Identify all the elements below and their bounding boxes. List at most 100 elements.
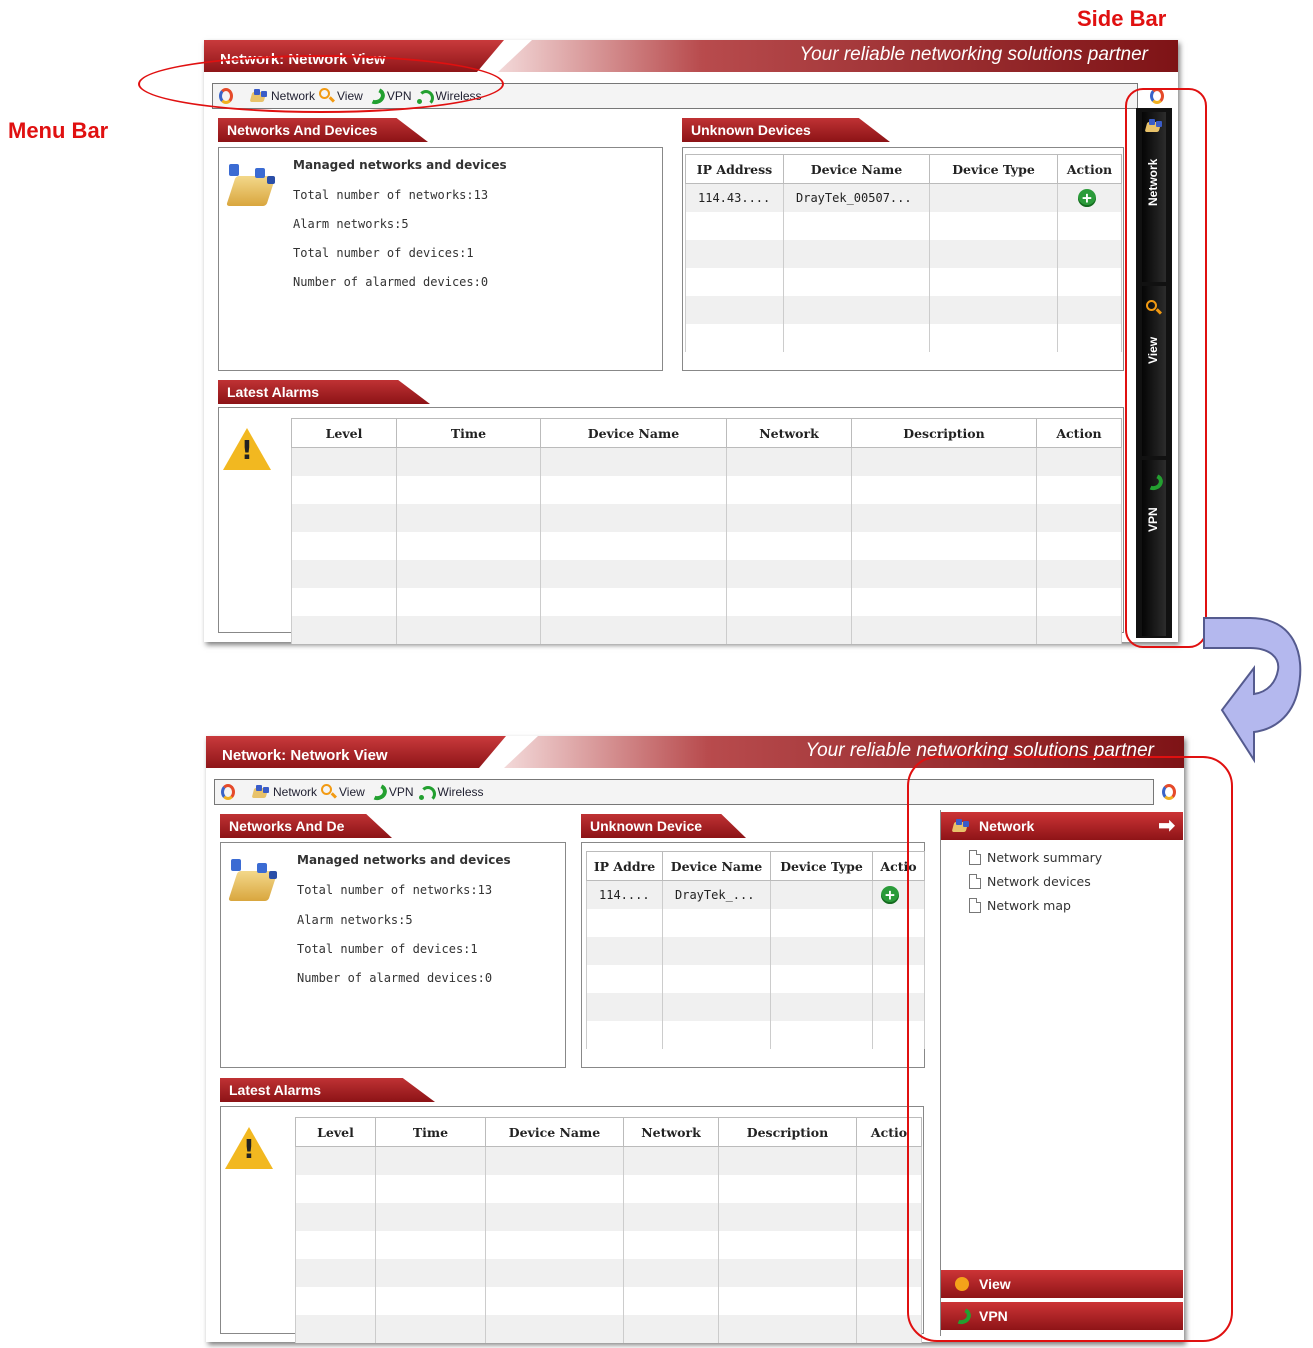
col-device-type: Device Type [929, 154, 1058, 184]
latest-alarms-panel: ! Level Time Device Name Network Description… [218, 407, 1124, 644]
networks-section-title: Networks And Devices [218, 118, 428, 142]
col-time: Time [375, 1117, 486, 1147]
app-logo-icon [221, 784, 235, 800]
table-row[interactable]: 114.43.... DrayTek_00507... + [685, 183, 1122, 212]
unknown-devices-table: IP Address Device Name Device Type Action 1… [685, 154, 1122, 352]
table-row [291, 447, 1122, 476]
col-ip: IP Address [685, 154, 784, 184]
table-row [291, 532, 1122, 560]
warning-mark: ! [243, 1135, 255, 1165]
menu-network-label: Network [273, 785, 318, 799]
cell-ip: 114.... [586, 880, 663, 909]
col-device-name: Device Name [783, 154, 930, 184]
table-row [291, 616, 1122, 644]
col-time: Time [396, 418, 541, 448]
table-row [685, 296, 1122, 324]
table-row [586, 965, 925, 993]
col-network: Network [726, 418, 852, 448]
latest-alarms-title: Latest Alarms [220, 1078, 435, 1102]
table-row [685, 268, 1122, 296]
menu-wireless[interactable]: Wireless [418, 784, 484, 802]
alarms-table: Level Time Device Name Network Description Ac… [291, 418, 1122, 644]
latest-alarms-title: Latest Alarms [218, 380, 430, 404]
menu-view[interactable]: View [321, 784, 365, 800]
cell-ip: 114.43.... [685, 183, 784, 212]
menu-bar-annotation: Menu Bar [8, 118, 109, 143]
alarms-table: Level Time Device Name Network Description Ac… [295, 1117, 922, 1343]
networks-heading: Managed networks and devices [293, 158, 507, 172]
table-row [295, 1259, 922, 1287]
networks-total: Total number of networks:13 [297, 883, 493, 897]
col-network: Network [623, 1117, 719, 1147]
table-row [586, 909, 925, 937]
table-row [291, 476, 1122, 504]
table-row [685, 240, 1122, 268]
table-row [586, 993, 925, 1021]
menu-wireless-label: Wireless [437, 785, 484, 799]
unknown-devices-table: IP Addre Device Name Device Type Actio 114.… [586, 851, 925, 1049]
col-action: Action [1036, 418, 1122, 448]
warning-mark: ! [241, 436, 253, 466]
slogan: Your reliable networking solutions partn… [498, 40, 1178, 72]
table-row[interactable]: 114.... DrayTek_... + [586, 880, 925, 909]
col-action: Action [1057, 154, 1122, 184]
col-level: Level [295, 1117, 376, 1147]
networks-panel: Managed networks and devices Total numbe… [218, 147, 663, 371]
network-icon [251, 784, 271, 800]
table-row [295, 1231, 922, 1259]
table-row [295, 1146, 922, 1175]
unknown-devices-title: Unknown Device [581, 814, 746, 838]
col-description: Description [718, 1117, 857, 1147]
unknown-devices-panel: IP Addre Device Name Device Type Actio 114.… [581, 842, 925, 1068]
table-row [295, 1175, 922, 1203]
magnifier-icon [321, 784, 337, 800]
networks-total: Total number of networks:13 [293, 188, 489, 202]
devices-alarmed: Number of alarmed devices:0 [293, 275, 489, 289]
network-folder-icon [223, 162, 279, 210]
table-row [291, 588, 1122, 616]
cell-name: DrayTek_... [662, 880, 771, 909]
devices-total: Total number of devices:1 [297, 942, 478, 956]
side-bar-annotation: Side Bar [1077, 6, 1167, 31]
networks-section-title: Networks And De [220, 814, 392, 838]
networks-alarm: Alarm networks:5 [293, 217, 409, 231]
side-bar-highlight [1125, 88, 1207, 648]
menu-vpn-label: VPN [388, 785, 414, 799]
network-folder-icon [225, 857, 281, 905]
col-device-name: Device Name [540, 418, 727, 448]
latest-alarms-panel: ! Level Time Device Name Network Description… [220, 1106, 924, 1343]
transition-arrow-icon [1203, 617, 1302, 764]
vpn-icon [366, 781, 390, 803]
table-row [685, 212, 1122, 240]
menu-network[interactable]: Network [251, 784, 317, 800]
unknown-devices-title: Unknown Devices [682, 118, 890, 142]
col-device-type: Device Type [770, 851, 873, 881]
add-device-icon[interactable]: + [1078, 189, 1096, 207]
menu-vpn[interactable]: VPN [366, 781, 414, 803]
col-device-name: Device Name [485, 1117, 624, 1147]
cell-type [770, 880, 873, 909]
col-ip: IP Addre [586, 851, 663, 881]
devices-total: Total number of devices:1 [293, 246, 474, 260]
menu-bar-highlight [138, 55, 504, 113]
add-device-icon[interactable]: + [881, 886, 899, 904]
networks-heading: Managed networks and devices [297, 853, 511, 867]
networks-alarm: Alarm networks:5 [297, 913, 413, 927]
networks-panel: Managed networks and devices Total numbe… [220, 842, 566, 1068]
table-row [295, 1287, 922, 1315]
table-row [291, 504, 1122, 532]
devices-alarmed: Number of alarmed devices:0 [297, 971, 493, 985]
table-row [291, 560, 1122, 588]
col-level: Level [291, 418, 397, 448]
top-app-window: Network: Network View Your reliable netw… [204, 40, 1178, 644]
table-row [586, 1021, 925, 1049]
cell-type [929, 183, 1058, 212]
page-title: Network: Network View [206, 736, 506, 768]
cell-name: DrayTek_00507... [783, 183, 930, 212]
col-description: Description [851, 418, 1037, 448]
wireless-icon [418, 784, 436, 802]
table-row [295, 1203, 922, 1231]
unknown-devices-panel: IP Address Device Name Device Type Action 1… [682, 147, 1124, 371]
col-device-name: Device Name [662, 851, 771, 881]
menu-view-label: View [339, 785, 365, 799]
